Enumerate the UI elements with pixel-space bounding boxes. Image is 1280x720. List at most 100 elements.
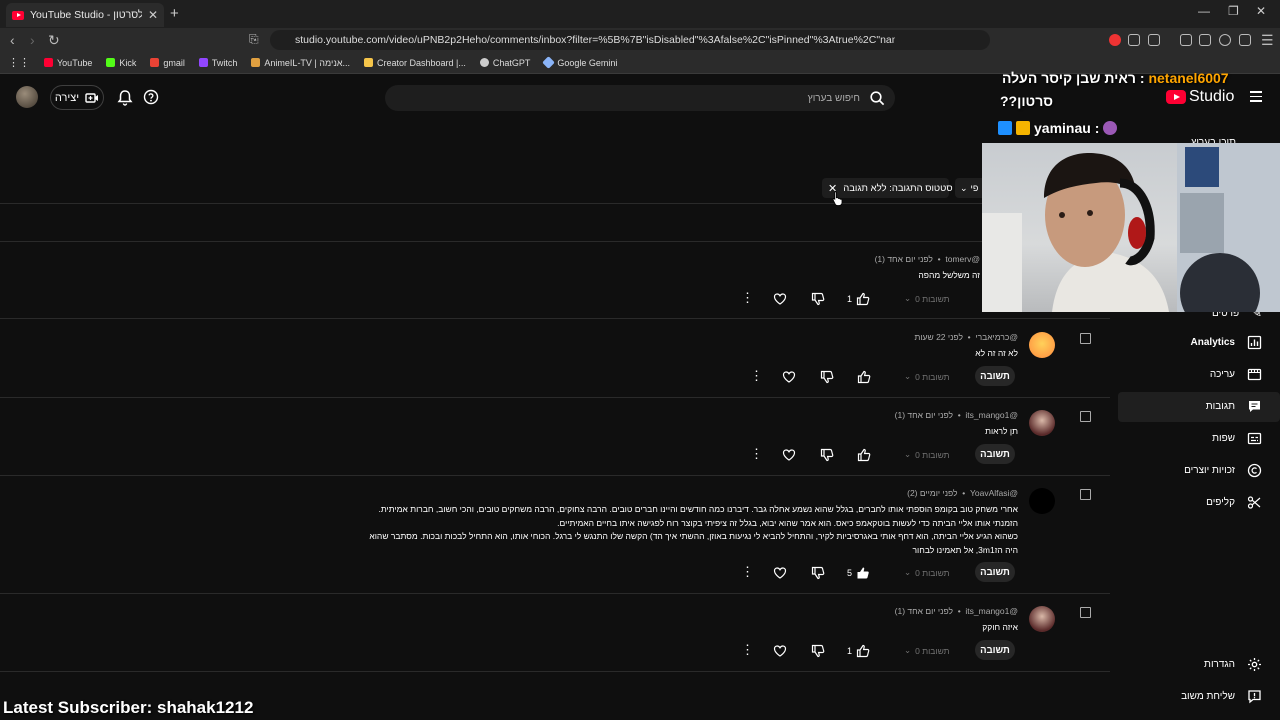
thumbs-up-icon[interactable] <box>857 370 871 384</box>
heart-icon[interactable] <box>782 370 796 384</box>
help-icon[interactable] <box>143 89 159 105</box>
replies-toggle[interactable]: ⌄ 0 תשובות <box>904 449 950 460</box>
heart-icon[interactable] <box>773 292 787 306</box>
sidebar-send-feedback[interactable]: שליחת משוב <box>1181 689 1262 704</box>
bookmark-animeil[interactable]: AnimeIL-TV | אנימה... <box>251 58 350 68</box>
replies-toggle[interactable]: ⌄ 0 תשובות <box>904 645 950 656</box>
leo-ai-icon[interactable] <box>1219 34 1231 46</box>
commenter-avatar[interactable] <box>1029 488 1055 514</box>
replies-toggle[interactable]: ⌄ 0 תשובות <box>904 371 950 382</box>
like-button[interactable]: 5 <box>847 566 870 580</box>
bookmark-gemini[interactable]: Google Gemini <box>542 56 617 69</box>
like-button[interactable]: 1 <box>847 644 870 658</box>
bookmark-kick[interactable]: Kick <box>106 58 136 68</box>
heart-icon[interactable] <box>773 644 787 658</box>
sidebar-item-editor[interactable]: עריכה <box>1210 367 1262 382</box>
more-options-icon[interactable]: ⋮ <box>750 369 763 382</box>
sidebar-toggle-icon[interactable] <box>1180 34 1192 46</box>
emote-icon <box>1103 121 1118 135</box>
gemini-icon <box>542 56 556 69</box>
latest-subscriber-overlay: Latest Subscriber: shahak1212 <box>3 698 254 717</box>
extension-record-icon[interactable] <box>1109 34 1121 46</box>
dislike-icon[interactable] <box>811 292 825 306</box>
account-avatar[interactable] <box>16 86 38 108</box>
comment-author[interactable]: @its_mango1 <box>965 410 1018 420</box>
sidebar-item-comments[interactable]: תגובות <box>1206 399 1262 414</box>
browser-tab[interactable]: YouTube Studio - תגובות לסרטון ✕ <box>6 3 164 27</box>
forward-icon[interactable]: › <box>30 32 35 48</box>
new-tab-icon[interactable]: + <box>170 5 179 22</box>
commenter-avatar[interactable] <box>1029 332 1055 358</box>
bookmark-gmail[interactable]: gmail <box>150 58 185 68</box>
create-button[interactable]: יצירה <box>50 85 104 110</box>
reply-button[interactable]: תשובה <box>975 444 1015 464</box>
bookmark-chatgpt[interactable]: ChatGPT <box>479 58 530 68</box>
comment-time: לפני יומיים (2) <box>907 488 958 498</box>
youtube-studio-logo[interactable]: Studio <box>1166 88 1234 106</box>
heart-icon[interactable] <box>782 448 796 462</box>
vpn-shield-icon[interactable] <box>1239 34 1251 46</box>
comment-checkbox[interactable] <box>1080 607 1091 618</box>
minimize-icon[interactable]: — <box>1198 4 1210 18</box>
dislike-icon[interactable] <box>820 448 834 462</box>
like-button[interactable]: 1 <box>847 292 870 306</box>
comment-author[interactable]: @tomerv <box>945 254 980 264</box>
row-divider <box>0 475 1110 476</box>
bookmark-twitch[interactable]: Twitch <box>198 58 237 68</box>
hamburger-menu-icon[interactable] <box>1250 91 1262 105</box>
wallet-icon[interactable] <box>1199 34 1211 46</box>
sidebar-item-languages[interactable]: שפות <box>1212 431 1262 446</box>
mouse-cursor-hand-icon <box>832 191 843 206</box>
more-options-icon[interactable]: ⋮ <box>741 643 754 656</box>
commenter-avatar[interactable] <box>1029 410 1055 436</box>
more-options-icon[interactable]: ⋮ <box>750 447 763 460</box>
thumbs-up-icon[interactable] <box>857 448 871 462</box>
sidebar-item-analytics[interactable]: Analytics <box>1191 335 1262 350</box>
comment-text: לא זה זה לא <box>975 348 1018 358</box>
comment-author[interactable]: @כרמיאברי <box>975 332 1018 342</box>
apps-grid-icon[interactable]: ⋮⋮ <box>8 56 30 69</box>
sidebar-settings[interactable]: הגדרות <box>1204 657 1262 672</box>
menu-icon[interactable]: ☰ <box>1261 32 1274 49</box>
reply-button[interactable]: תשובה <box>975 640 1015 660</box>
extension-puzzle-icon[interactable] <box>1128 34 1140 46</box>
notifications-bell-icon[interactable] <box>117 89 133 106</box>
bookmark-youtube[interactable]: YouTube <box>44 58 92 68</box>
heart-icon[interactable] <box>773 566 787 580</box>
comments-icon <box>1249 401 1260 412</box>
filter-dropdown[interactable]: ⌄ פי <box>955 178 983 198</box>
restore-icon[interactable]: ❐ <box>1228 4 1239 18</box>
dislike-icon[interactable] <box>811 566 825 580</box>
replies-toggle[interactable]: ⌄ 0 תשובות <box>904 567 950 578</box>
bookmark-creator-dashboard[interactable]: Creator Dashboard |... <box>364 58 466 68</box>
commenter-avatar[interactable] <box>1029 606 1055 632</box>
bookmark-icon[interactable]: ⎘ <box>249 32 259 47</box>
url-field[interactable]: studio.youtube.com/video/uPNB2p2Heho/com… <box>270 30 990 50</box>
chevron-down-icon: ⌄ <box>904 371 912 381</box>
comment-author[interactable]: @its_mango1 <box>965 606 1018 616</box>
sidebar-item-clips[interactable]: קליפים <box>1206 495 1262 510</box>
search-placeholder: חיפוש בערוץ <box>807 92 860 104</box>
close-tab-icon[interactable]: ✕ <box>148 8 158 22</box>
reload-icon[interactable]: ↻ <box>48 32 60 49</box>
comment-checkbox[interactable] <box>1080 411 1091 422</box>
more-options-icon[interactable]: ⋮ <box>741 291 754 304</box>
row-divider <box>0 671 1110 672</box>
dislike-icon[interactable] <box>820 370 834 384</box>
reply-button[interactable]: תשובה <box>975 562 1015 582</box>
twitch-icon <box>198 58 208 67</box>
filter-divider <box>0 203 1110 204</box>
more-options-icon[interactable]: ⋮ <box>741 565 754 578</box>
comment-checkbox[interactable] <box>1080 489 1091 500</box>
reply-button[interactable]: תשובה <box>975 366 1015 386</box>
back-icon[interactable]: ‹ <box>10 32 15 48</box>
url-text: studio.youtube.com/video/uPNB2p2Heho/com… <box>295 34 895 46</box>
channel-search-input[interactable]: חיפוש בערוץ <box>385 85 895 111</box>
dislike-icon[interactable] <box>811 644 825 658</box>
comment-author[interactable]: @YoavAlfasi <box>970 488 1018 498</box>
sidebar-item-copyright[interactable]: זכויות יוצרים <box>1184 463 1262 478</box>
replies-toggle[interactable]: ⌄ 0 תשובות <box>904 293 950 304</box>
close-window-icon[interactable]: ✕ <box>1256 4 1266 18</box>
extension-box-icon[interactable] <box>1148 34 1160 46</box>
comment-checkbox[interactable] <box>1080 333 1091 344</box>
